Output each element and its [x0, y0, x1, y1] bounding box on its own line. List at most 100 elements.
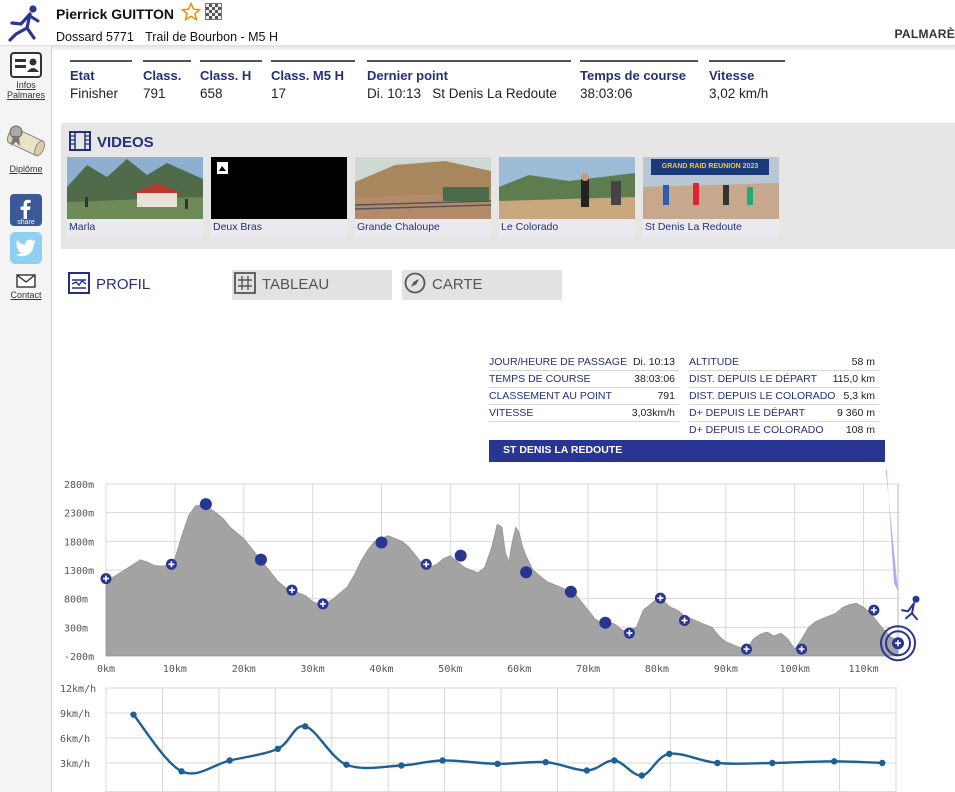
runner-position-head — [912, 595, 920, 603]
video-caption: Marla — [69, 221, 96, 233]
tab-profil-label: PROFIL — [96, 276, 151, 293]
id-card-icon — [10, 52, 42, 78]
info-value: 5,3 km — [843, 390, 875, 402]
videos-title: VIDEOS — [69, 131, 154, 151]
runner-position-icon — [901, 602, 918, 621]
checkpoint-dot — [199, 498, 212, 511]
race-name: Trail de Bourbon - M5 H — [145, 30, 279, 44]
point-info-row: D+ DEPUIS LE COLORADO 108 m — [689, 422, 879, 439]
checkpoint-dot — [564, 585, 577, 598]
speed-point — [494, 760, 501, 768]
profile-x-tick-label: 20km — [232, 664, 256, 675]
profile-y-tick-label: 1300m — [64, 566, 94, 577]
profile-y-tick-label: -200m — [64, 652, 94, 663]
page: Pierrick GUITTON Dossard 5771 Trail de B… — [0, 0, 955, 792]
checkpoint-dot — [454, 549, 467, 562]
stat-label: Class. M5 H — [271, 68, 344, 83]
bib-line: Dossard 5771 Trail de Bourbon - M5 H — [56, 30, 286, 44]
speed-y-tick-label: 9km/h — [60, 709, 90, 720]
stat-value: Di. 10:13 St Denis La Redoute — [367, 86, 557, 101]
stat-value: 3,02 km/h — [709, 86, 769, 101]
checkpoint-dot — [599, 616, 612, 629]
speed-point — [226, 757, 233, 764]
info-value: 115,0 km — [832, 373, 875, 385]
info-key: CLASSEMENT AU POINT — [489, 390, 612, 402]
sidebar-item-diplome[interactable]: Diplôme — [0, 122, 52, 174]
profile-x-tick-label: 80km — [645, 664, 669, 675]
video-thumbnail[interactable]: Marla — [67, 157, 203, 237]
info-key: D+ DEPUIS LE DÉPART — [689, 407, 806, 419]
tab-carte-label: CARTE — [432, 276, 483, 293]
diploma-scroll-icon — [6, 125, 46, 157]
facebook-icon: share — [10, 194, 42, 226]
stat-label: Etat — [70, 68, 95, 83]
speed-point — [542, 758, 549, 766]
stat-vitesse: Vitesse 3,02 km/h — [709, 60, 785, 106]
video-caption: Le Colorado — [501, 221, 559, 233]
info-value: 108 m — [845, 424, 875, 436]
profile-y-tick-label: 2300m — [64, 509, 94, 520]
speed-chart[interactable]: 3km/h 6km/h 9km/h 12km/h — [58, 680, 955, 792]
twitter-icon — [10, 232, 42, 264]
profile-x-tick-label: 0km — [97, 664, 115, 675]
profile-x-tick-label: 60km — [507, 664, 531, 675]
speed-point — [274, 745, 281, 753]
info-value: 9 360 m — [837, 407, 875, 419]
favorite-star-icon[interactable] — [181, 2, 201, 22]
compass-icon — [404, 272, 426, 294]
bib-number: Dossard 5771 — [56, 30, 134, 44]
sidebar-contact-label: Contact — [10, 290, 42, 300]
tab-carte[interactable]: CARTE — [402, 270, 562, 300]
speed-point — [343, 761, 350, 768]
info-value: 58 m — [851, 356, 875, 368]
sidebar: Infos Palmares Diplôme share Contact — [0, 46, 52, 792]
stat-dernier-point: Dernier point Di. 10:13 St Denis La Redo… — [367, 60, 571, 106]
profile-x-tick-label: 90km — [714, 664, 738, 675]
video-thumbnail[interactable]: Grande Chaloupe — [355, 157, 491, 237]
runner-logo-icon[interactable] — [6, 4, 44, 42]
tab-tableau[interactable]: TABLEAU — [232, 270, 392, 300]
info-value: Di. 10:13 — [632, 356, 675, 368]
twitter-share-button[interactable] — [0, 232, 52, 266]
table-grid-icon — [234, 272, 256, 294]
point-info-row: TEMPS DE COURSE 38:03:06 — [489, 371, 679, 388]
runner-name: Pierrick GUITTON — [56, 6, 175, 22]
stat-value: 791 — [143, 86, 166, 101]
info-key: JOUR/HEURE DE PASSAGE — [489, 356, 628, 368]
video-thumbnail-image — [67, 157, 203, 219]
checkered-flag-icon[interactable] — [205, 3, 222, 20]
elevation-profile-chart[interactable]: 0km 10km 20km 30km 40km 50km 60km 70km 80km 90km 1… — [58, 470, 955, 678]
speed-point — [398, 762, 405, 769]
sidebar-item-infos[interactable]: Infos Palmares — [0, 52, 52, 100]
video-thumbnail[interactable]: Le Colorado — [499, 157, 635, 237]
stat-value: 17 — [271, 86, 287, 101]
tab-profil[interactable]: PROFIL — [66, 270, 216, 300]
point-name-banner: ST DENIS LA REDOUTE — [489, 440, 885, 462]
profile-y-tick-label: 300m — [64, 623, 88, 634]
video-thumbnail[interactable]: Deux Bras — [211, 157, 347, 237]
video-overlay-text: GRAND RAID REUNION 2023 — [662, 163, 759, 170]
stat-temps-de-course: Temps de course 38:03:06 — [580, 60, 698, 106]
checkpoint-dot — [520, 566, 533, 579]
point-info-row: VITESSE 3,03km/h — [489, 405, 679, 422]
checkpoint-dot — [254, 553, 267, 566]
stat-value: 658 — [200, 86, 223, 101]
speed-point — [879, 759, 886, 767]
stat-label: Class. H — [200, 68, 252, 83]
palmares-link[interactable]: PALMARÈ — [894, 27, 955, 41]
profile-x-tick-label: 100km — [780, 664, 810, 675]
sidebar-item-contact[interactable]: Contact — [0, 274, 52, 300]
stat-etat: Etat Finisher — [70, 60, 132, 106]
facebook-share-button[interactable]: share — [0, 194, 52, 228]
point-info-row: D+ DEPUIS LE DÉPART 9 360 m — [689, 405, 879, 422]
video-caption: Grande Chaloupe — [357, 221, 440, 233]
stat-value: 38:03:06 — [580, 86, 633, 101]
speed-point — [583, 767, 591, 774]
header: Pierrick GUITTON Dossard 5771 Trail de B… — [0, 0, 955, 51]
stat-label: Temps de course — [580, 68, 686, 83]
point-info-right: ALTITUDE 58 m DIST. DEPUIS LE DÉPART 115,0… — [689, 354, 879, 439]
stat-label: Dernier point — [367, 68, 448, 83]
video-thumbnail[interactable]: GRAND RAID REUNION 2023 St Denis La Redo… — [643, 157, 779, 237]
video-thumbnail-image — [211, 157, 347, 219]
facebook-share-label: share — [17, 219, 35, 226]
